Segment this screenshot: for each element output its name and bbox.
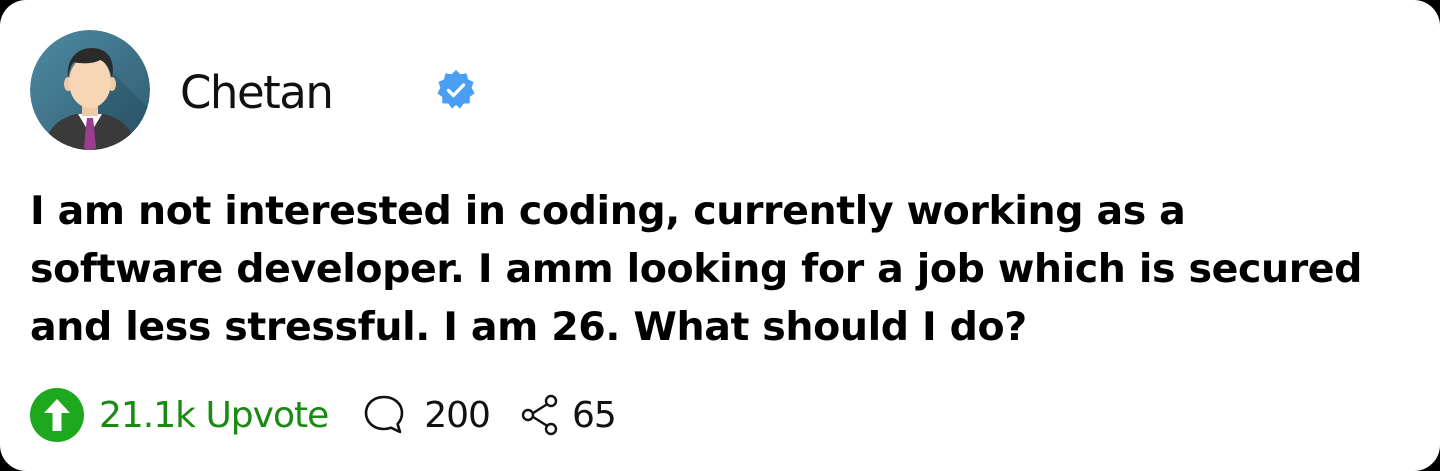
comment-bubble-icon[interactable] — [362, 393, 406, 437]
upvote-count[interactable]: 21.1k Upvote — [99, 395, 329, 436]
upvote-arrow-icon[interactable] — [30, 388, 84, 442]
post-card: Chetan I am not interested in coding, cu… — [0, 0, 1440, 471]
post-question-text[interactable]: I am not interested in coding, currently… — [30, 182, 1390, 356]
share-count[interactable]: 65 — [572, 395, 617, 436]
author-name[interactable]: Chetan — [180, 63, 334, 123]
comment-count[interactable]: 200 — [424, 395, 491, 436]
avatar[interactable] — [30, 30, 150, 150]
post-actions: 21.1k Upvote 200 65 — [30, 386, 617, 444]
verified-badge-icon — [437, 70, 475, 109]
avatar-image — [30, 30, 150, 150]
share-icon[interactable] — [520, 393, 560, 437]
